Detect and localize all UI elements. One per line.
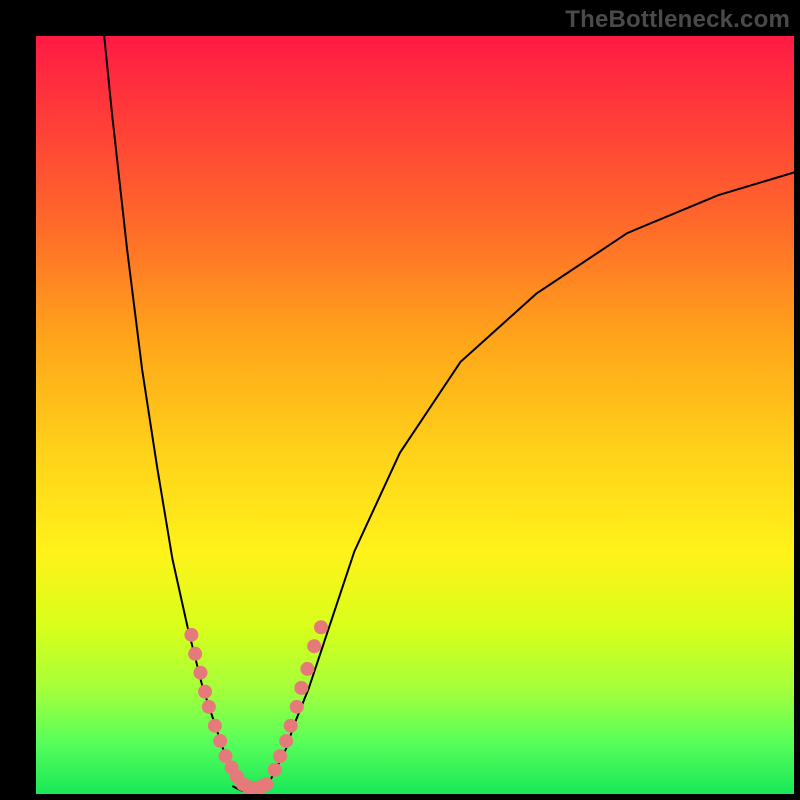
- dot-dots-right-0: [268, 763, 282, 777]
- dot-dots-left-3: [198, 685, 212, 699]
- curve-layer: [104, 36, 794, 792]
- dot-dots-left-0: [184, 628, 198, 642]
- curve-right-branch: [263, 172, 794, 786]
- dot-dots-right-7: [307, 639, 321, 653]
- dot-dots-left-5: [208, 719, 222, 733]
- dot-dots-left-4: [202, 700, 216, 714]
- dot-dots-right-6: [300, 662, 314, 676]
- curve-left-branch: [104, 36, 248, 786]
- dot-dots-left-6: [213, 734, 227, 748]
- dot-dots-left-1: [188, 647, 202, 661]
- dot-dots-floor-4: [259, 777, 273, 791]
- dot-dots-left-2: [193, 666, 207, 680]
- dot-dots-right-4: [290, 700, 304, 714]
- chart-frame: TheBottleneck.com: [0, 0, 800, 800]
- chart-svg: [36, 36, 794, 794]
- dot-dots-right-8: [314, 620, 328, 634]
- watermark-text: TheBottleneck.com: [565, 6, 790, 34]
- dot-dots-right-3: [284, 719, 298, 733]
- dot-dots-right-5: [294, 681, 308, 695]
- dot-dots-right-1: [273, 749, 287, 763]
- dot-layer: [184, 620, 328, 794]
- dot-dots-right-2: [279, 734, 293, 748]
- plot-area: [36, 36, 794, 794]
